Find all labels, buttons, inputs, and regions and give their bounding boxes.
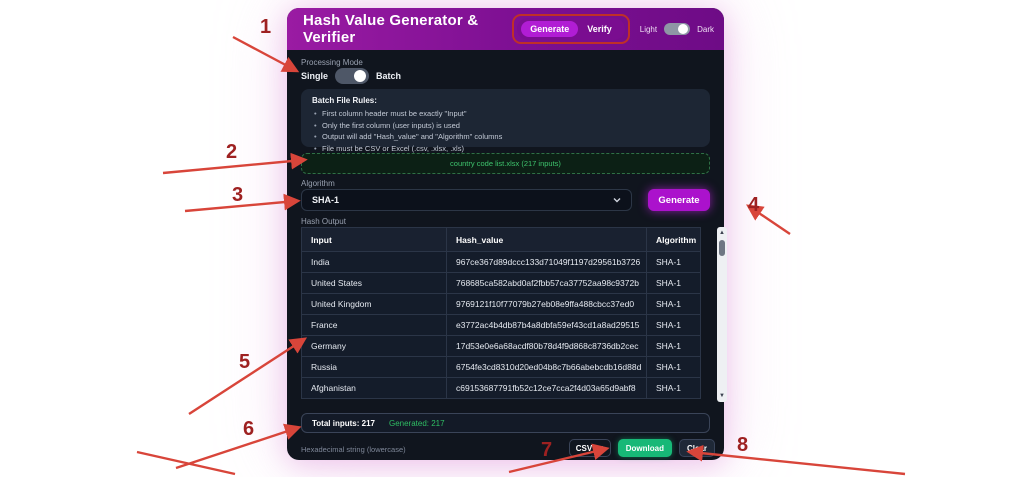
screen: Hash Value Generator & Verifier Generate…	[0, 0, 1024, 477]
cell-hash: 6754fe3cd8310d20ed04b8c7b66abebcdb16d88d	[446, 356, 647, 378]
footer-actions: CSV Download Clear	[568, 439, 715, 457]
processing-mode-row: Single Batch	[301, 68, 401, 84]
table-header-row: Input Hash_value Algorithm	[301, 227, 701, 252]
algorithm-select[interactable]: SHA-1	[301, 189, 632, 211]
cell-input: United Kingdom	[301, 293, 447, 315]
single-batch-toggle[interactable]	[335, 68, 370, 84]
header-controls: Generate Verify Light Dark	[512, 14, 714, 44]
cell-input: Afghanistan	[301, 377, 447, 399]
theme-toggle[interactable]	[664, 23, 691, 35]
hash-output-label: Hash Output	[301, 217, 346, 226]
annotation-number-8: 8	[737, 434, 749, 456]
mode-tab-group: Generate Verify	[512, 14, 630, 44]
single-batch-toggle-knob	[354, 70, 367, 82]
table-row: United Kingdom 9769121f10f77079b27eb08e9…	[301, 293, 701, 315]
annotation-number-2: 2	[226, 141, 238, 163]
annotation-number-6: 6	[243, 418, 255, 440]
table-row: France e3772ac4b4db87b4a8dbfa59ef43cd1a8…	[301, 314, 701, 336]
single-label: Single	[301, 71, 329, 81]
dark-label: Dark	[697, 24, 714, 34]
cell-hash: c69153687791fb52c12ce7cca2f4d03a65d9abf8	[446, 377, 647, 399]
batch-label: Batch	[376, 71, 402, 81]
batch-rule: Only the first column (user inputs) is u…	[312, 120, 699, 132]
batch-rules-title: Batch File Rules:	[312, 96, 377, 105]
column-header-algorithm: Algorithm	[646, 227, 701, 252]
annotation-number-1: 1	[260, 16, 272, 38]
cell-input: Russia	[301, 356, 447, 378]
cell-hash: 768685ca582abd0af2fbb57ca37752aa98c9372b	[446, 272, 647, 294]
file-upload-status[interactable]: country code list.xlsx (217 inputs)	[301, 153, 710, 174]
batch-rule: First column header must be exactly "Inp…	[312, 108, 699, 120]
tab-verify[interactable]: Verify	[578, 21, 621, 37]
app-header: Hash Value Generator & Verifier Generate…	[287, 8, 724, 50]
generated-count-text: Generated: 217	[388, 418, 445, 428]
cell-input: India	[301, 251, 447, 273]
table-row: Germany 17d53e0e6a68acdf80b78d4f9d868c87…	[301, 335, 701, 357]
table-row: Afghanistan c69153687791fb52c12ce7cca2f4…	[301, 377, 701, 399]
annotation-number-4: 4	[748, 194, 760, 216]
cell-input: Germany	[301, 335, 447, 357]
algorithm-selected-value: SHA-1	[312, 195, 340, 205]
light-label: Light	[639, 24, 658, 34]
scrollbar-down-icon[interactable]: ▼	[717, 391, 727, 401]
annotation-number-3: 3	[232, 184, 244, 206]
table-row: United States 768685ca582abd0af2fbb57ca3…	[301, 272, 701, 294]
column-header-hash-value: Hash_value	[446, 227, 647, 252]
theme-toggle-knob	[678, 24, 689, 34]
download-button[interactable]: Download	[617, 439, 672, 457]
cell-hash: 17d53e0e6a68acdf80b78d4f9d868c8736db2cec	[446, 335, 647, 357]
batch-rules-panel: Batch File Rules: First column header mu…	[301, 89, 710, 154]
chevron-down-icon	[613, 196, 621, 204]
hash-output-table: Input Hash_value Algorithm India 967ce36…	[301, 227, 701, 402]
tab-generate[interactable]: Generate	[521, 21, 579, 37]
column-header-input: Input	[301, 227, 447, 252]
export-format-value: CSV	[575, 443, 593, 453]
app-title: Hash Value Generator & Verifier	[303, 12, 479, 46]
totals-summary-box: Total inputs: 217 Generated: 217	[301, 413, 710, 433]
table-scrollbar[interactable]: ▲ ▼	[717, 227, 727, 402]
cell-algorithm: SHA-1	[646, 377, 701, 399]
scrollbar-thumb[interactable]	[719, 240, 725, 256]
processing-mode-label: Processing Mode	[301, 58, 363, 67]
cell-hash: e3772ac4b4db87b4a8dbfa59ef43cd1a8ad29515	[446, 314, 647, 336]
export-format-select[interactable]: CSV	[568, 439, 611, 457]
algorithm-row: SHA-1 Generate	[301, 189, 710, 211]
file-upload-status-text: country code list.xlsx (217 inputs)	[450, 159, 561, 168]
cell-algorithm: SHA-1	[646, 272, 701, 294]
cell-algorithm: SHA-1	[646, 251, 701, 273]
cell-input: United States	[301, 272, 447, 294]
hash-generator-card: Hash Value Generator & Verifier Generate…	[287, 8, 727, 460]
cell-algorithm: SHA-1	[646, 314, 701, 336]
batch-rule: Output will add "Hash_value" and "Algori…	[312, 131, 699, 143]
total-inputs-text: Total inputs: 217	[312, 418, 375, 428]
cell-hash: 967ce367d89dccc133d71049f1197d29561b3726	[446, 251, 647, 273]
table-row: India 967ce367d89dccc133d71049f1197d2956…	[301, 251, 701, 273]
algorithm-label: Algorithm	[301, 179, 335, 188]
clear-button[interactable]: Clear	[678, 439, 715, 457]
hex-note-text: Hexadecimal string (lowercase)	[301, 445, 406, 454]
cell-algorithm: SHA-1	[646, 356, 701, 378]
batch-rules-list: First column header must be exactly "Inp…	[312, 108, 699, 154]
table-row: Russia 6754fe3cd8310d20ed04b8c7b66abebcd…	[301, 356, 701, 378]
chevron-down-icon	[596, 444, 604, 452]
cell-algorithm: SHA-1	[646, 335, 701, 357]
annotation-number-5: 5	[239, 351, 251, 373]
cell-algorithm: SHA-1	[646, 293, 701, 315]
cell-hash: 9769121f10f77079b27eb08e9ffa488cbcc37ed0	[446, 293, 647, 315]
scrollbar-up-icon[interactable]: ▲	[717, 228, 727, 238]
cell-input: France	[301, 314, 447, 336]
generate-button[interactable]: Generate	[648, 189, 710, 211]
